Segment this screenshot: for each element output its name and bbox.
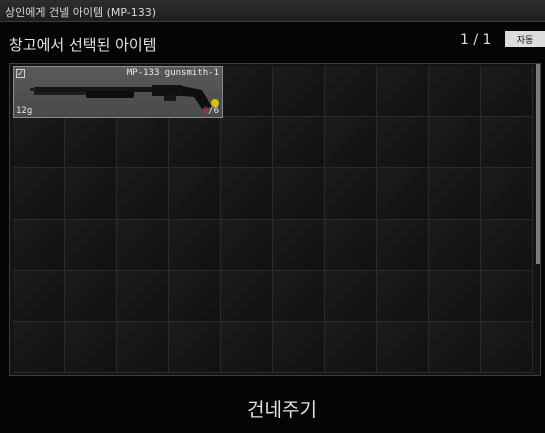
grid-cell[interactable] [221,66,273,118]
grid-cell[interactable] [13,321,65,374]
grid-cell[interactable] [273,321,325,374]
shotgun-icon [30,85,212,109]
grid-cell[interactable] [325,168,377,220]
grid-cell[interactable] [65,168,117,220]
title-bar: 상인에게 건넬 아이템 (MP-133) [0,0,545,22]
grid-cell[interactable] [169,321,221,374]
grid-cell[interactable] [65,117,117,169]
checkbox-icon[interactable]: ✓ [16,69,25,78]
grid-cell[interactable] [325,270,377,322]
grid-cell[interactable] [169,270,221,322]
grid-cell[interactable] [377,168,429,220]
grid-cell[interactable] [169,219,221,271]
ammo-capacity: /6 [208,106,219,116]
window-title: 상인에게 건넬 아이템 (MP-133) [5,6,156,19]
scrollbar[interactable] [536,64,540,264]
trade-window: 상인에게 건넬 아이템 (MP-133) 창고에서 선택된 아이템 1 / 1 … [0,0,545,433]
grid-cell[interactable] [13,168,65,220]
grid-cell[interactable] [169,117,221,169]
grid-cell[interactable] [429,321,481,374]
grid-cell[interactable] [377,66,429,118]
give-button[interactable]: 건네주기 [222,393,342,423]
grid-cell[interactable] [481,219,533,271]
grid-cell[interactable] [13,117,65,169]
auto-button[interactable]: 자동 [505,31,545,47]
item-weight: 12g [16,106,33,116]
grid-cell[interactable] [273,270,325,322]
grid-cell[interactable] [221,321,273,374]
page-indicator: 1 / 1 [460,32,492,48]
grid-cell[interactable] [65,270,117,322]
grid-cell[interactable] [325,117,377,169]
grid-cell[interactable] [13,219,65,271]
grid-cell[interactable] [65,219,117,271]
grid-cell[interactable] [377,321,429,374]
grid-cell[interactable] [481,270,533,322]
grid-cell[interactable] [221,270,273,322]
grid-cell[interactable] [325,321,377,374]
grid-cell[interactable] [117,117,169,169]
grid-cell[interactable] [273,117,325,169]
grid-cell[interactable] [325,219,377,271]
grid-cell[interactable] [481,321,533,374]
grid-cell[interactable] [117,168,169,220]
ammo-count: 0/6 [203,106,219,116]
grid-cell[interactable] [273,219,325,271]
grid-cell[interactable] [429,219,481,271]
grid-cell[interactable] [377,117,429,169]
stash-item-mp133[interactable]: ✓ MP-133 gunsmith-1 12g 0/6 [13,66,223,118]
grid-cell[interactable] [481,66,533,118]
grid-cell[interactable] [429,117,481,169]
header-row: 창고에서 선택된 아이템 1 / 1 자동 [0,22,545,64]
grid-cell[interactable] [65,321,117,374]
grid-cell[interactable] [325,66,377,118]
grid-cell[interactable] [481,117,533,169]
grid-cell[interactable] [221,219,273,271]
grid-cell[interactable] [377,270,429,322]
grid-cell[interactable] [481,168,533,220]
grid-cell[interactable] [169,168,221,220]
grid-cell[interactable] [117,321,169,374]
grid-cell[interactable] [429,168,481,220]
grid-cell[interactable] [221,168,273,220]
grid-cell[interactable] [13,270,65,322]
grid-cell[interactable] [273,168,325,220]
stash-grid-panel: ✓ MP-133 gunsmith-1 12g 0/6 [9,63,541,376]
grid-cell[interactable] [221,117,273,169]
grid-cell[interactable] [117,219,169,271]
grid-cell[interactable] [377,219,429,271]
grid-cell[interactable] [117,270,169,322]
section-heading: 창고에서 선택된 아이템 [9,36,157,54]
grid-cell[interactable] [273,66,325,118]
grid-cell[interactable] [429,66,481,118]
grid-cell[interactable] [429,270,481,322]
